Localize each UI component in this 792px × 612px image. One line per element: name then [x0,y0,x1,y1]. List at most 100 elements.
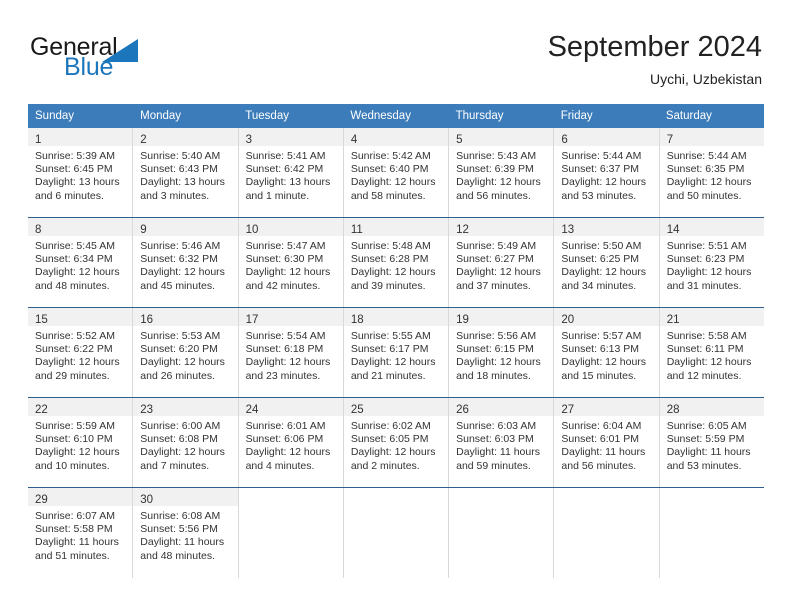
weekday-header-saturday: Saturday [665,110,712,122]
daynum-band [659,488,764,506]
daynum-band: 16 [133,308,238,326]
day-cell[interactable]: 2 Sunrise: 5:40 AM Sunset: 6:43 PM Dayli… [133,128,239,217]
sunrise-text: Sunrise: 5:41 AM [245,150,326,162]
weekday-header-sunday: Sunday [35,110,75,122]
daylight-text-line2: and 48 minutes. [35,279,110,292]
day-cell[interactable]: 13 Sunrise: 5:50 AM Sunset: 6:25 PM Dayl… [554,218,660,307]
day-cell[interactable]: 7 Sunrise: 5:44 AM Sunset: 6:35 PM Dayli… [659,128,764,217]
day-cell[interactable]: 3 Sunrise: 5:41 AM Sunset: 6:42 PM Dayli… [238,128,344,217]
sunrise-text: Sunrise: 5:54 AM [245,330,326,342]
sunset-text: Sunset: 6:17 PM [350,343,429,356]
day-cell[interactable]: 29 Sunrise: 6:07 AM Sunset: 5:58 PM Dayl… [28,488,134,578]
sunrise-text: Sunrise: 5:44 AM [561,150,642,162]
sunset-text: Sunset: 6:27 PM [456,253,534,266]
sunrise-text: Sunrise: 5:43 AM [456,150,537,162]
day-cell[interactable]: 30 Sunrise: 6:08 AM Sunset: 5:56 PM Dayl… [133,488,239,578]
day-cell[interactable]: 6 Sunrise: 5:44 AM Sunset: 6:37 PM Dayli… [554,128,660,217]
day-cell[interactable]: 19 Sunrise: 5:56 AM Sunset: 6:15 PM Dayl… [449,308,555,397]
sunset-text: Sunset: 6:11 PM [666,343,744,356]
day-cell[interactable]: 23 Sunrise: 6:00 AM Sunset: 6:08 PM Dayl… [133,398,239,487]
daylight-text-line2: and 6 minutes. [35,189,104,202]
day-cell[interactable]: 26 Sunrise: 6:03 AM Sunset: 6:03 PM Dayl… [449,398,555,487]
day-number: 5 [456,134,463,146]
day-number: 8 [35,224,42,236]
daylight-text-line1: Daylight: 13 hours [35,176,120,189]
daylight-text-line2: and 12 minutes. [666,369,742,382]
day-cell[interactable]: 11 Sunrise: 5:48 AM Sunset: 6:28 PM Dayl… [343,218,450,307]
day-cell[interactable]: 15 Sunrise: 5:52 AM Sunset: 6:22 PM Dayl… [28,308,134,397]
day-cell[interactable]: 4 Sunrise: 5:42 AM Sunset: 6:40 PM Dayli… [343,128,450,217]
day-cell[interactable]: 27 Sunrise: 6:04 AM Sunset: 6:01 PM Dayl… [554,398,660,487]
day-cell[interactable]: 18 Sunrise: 5:55 AM Sunset: 6:17 PM Dayl… [343,308,450,397]
day-body: Sunrise: 5:46 AM Sunset: 6:32 PM Dayligh… [133,236,237,293]
daynum-band: 26 [449,398,554,416]
daynum-band [449,488,554,506]
sunset-text: Sunset: 6:10 PM [35,433,113,446]
daylight-text-line1: Daylight: 12 hours [561,176,647,189]
sunset-text: Sunset: 5:59 PM [666,433,745,446]
daylight-text-line2: and 34 minutes. [561,279,637,292]
sunrise-text: Sunrise: 6:07 AM [35,510,115,522]
day-cell[interactable]: 10 Sunrise: 5:47 AM Sunset: 6:30 PM Dayl… [238,218,344,307]
daylight-text-line1: Daylight: 12 hours [666,266,752,279]
day-number: 12 [456,224,469,236]
daynum-band: 13 [554,218,659,236]
day-body: Sunrise: 5:44 AM Sunset: 6:37 PM Dayligh… [554,146,658,203]
sunrise-text: Sunrise: 5:55 AM [350,330,431,342]
day-body: Sunrise: 5:41 AM Sunset: 6:42 PM Dayligh… [239,146,343,203]
day-cell[interactable]: 28 Sunrise: 6:05 AM Sunset: 5:59 PM Dayl… [659,398,764,487]
day-number: 14 [666,224,680,236]
daylight-text-line1: Daylight: 12 hours [666,176,752,189]
day-cell-empty [449,488,555,578]
day-cell[interactable]: 21 Sunrise: 5:58 AM Sunset: 6:11 PM Dayl… [659,308,764,397]
day-body: Sunrise: 6:04 AM Sunset: 6:01 PM Dayligh… [554,416,658,473]
daylight-text-line2: and 58 minutes. [350,189,426,202]
sunset-text: Sunset: 6:08 PM [140,433,218,446]
day-number: 16 [140,314,154,326]
day-cell[interactable]: 9 Sunrise: 5:46 AM Sunset: 6:32 PM Dayli… [133,218,239,307]
weekday-header-tuesday: Tuesday [245,110,289,122]
day-cell[interactable]: 5 Sunrise: 5:43 AM Sunset: 6:39 PM Dayli… [449,128,555,217]
daylight-text-line2: and 2 minutes. [350,459,420,472]
sunrise-text: Sunrise: 5:49 AM [456,240,537,252]
day-cell[interactable]: 1 Sunrise: 5:39 AM Sunset: 6:45 PM Dayli… [28,128,134,217]
day-cell[interactable]: 14 Sunrise: 5:51 AM Sunset: 6:23 PM Dayl… [659,218,764,307]
day-cell[interactable]: 24 Sunrise: 6:01 AM Sunset: 6:06 PM Dayl… [238,398,344,487]
day-number: 20 [561,314,575,326]
sunrise-text: Sunrise: 5:46 AM [140,240,221,252]
sunset-text: Sunset: 6:45 PM [35,163,113,176]
day-number: 18 [350,314,364,326]
day-number: 28 [666,404,680,416]
daylight-text-line2: and 7 minutes. [140,459,210,472]
sunset-text: Sunset: 5:56 PM [140,523,218,536]
day-number: 21 [666,314,680,326]
day-number: 11 [350,224,363,236]
day-cell[interactable]: 17 Sunrise: 5:54 AM Sunset: 6:18 PM Dayl… [238,308,344,397]
sunset-text: Sunset: 6:15 PM [456,343,534,356]
day-cell[interactable]: 20 Sunrise: 5:57 AM Sunset: 6:13 PM Dayl… [554,308,660,397]
daynum-band: 17 [238,308,343,326]
day-body: Sunrise: 5:52 AM Sunset: 6:22 PM Dayligh… [28,326,132,383]
day-number: 23 [140,404,154,416]
daylight-text-line1: Daylight: 11 hours [561,446,646,459]
day-number: 6 [561,134,568,146]
day-cell[interactable]: 22 Sunrise: 5:59 AM Sunset: 6:10 PM Dayl… [28,398,134,487]
day-cell[interactable]: 8 Sunrise: 5:45 AM Sunset: 6:34 PM Dayli… [28,218,134,307]
day-number: 3 [245,134,252,146]
daynum-band: 20 [554,308,659,326]
day-number: 10 [245,224,259,236]
daylight-text-line2: and 56 minutes. [456,189,531,202]
brand-logo[interactable]: General Blue [30,34,190,84]
day-cell[interactable]: 25 Sunrise: 6:02 AM Sunset: 6:05 PM Dayl… [343,398,450,487]
sunset-text: Sunset: 6:25 PM [561,253,640,266]
day-body: Sunrise: 6:02 AM Sunset: 6:05 PM Dayligh… [344,416,448,473]
day-cell[interactable]: 16 Sunrise: 5:53 AM Sunset: 6:20 PM Dayl… [133,308,239,397]
daylight-text-line1: Daylight: 12 hours [245,266,331,279]
day-body: Sunrise: 5:59 AM Sunset: 6:10 PM Dayligh… [28,416,132,473]
day-cell[interactable]: 12 Sunrise: 5:49 AM Sunset: 6:27 PM Dayl… [449,218,555,307]
day-cell-empty [238,488,344,578]
sunrise-text: Sunrise: 6:00 AM [140,420,221,432]
daylight-text-line1: Daylight: 12 hours [350,266,436,279]
daynum-band: 29 [28,488,133,506]
sunset-text: Sunset: 6:30 PM [245,253,324,266]
